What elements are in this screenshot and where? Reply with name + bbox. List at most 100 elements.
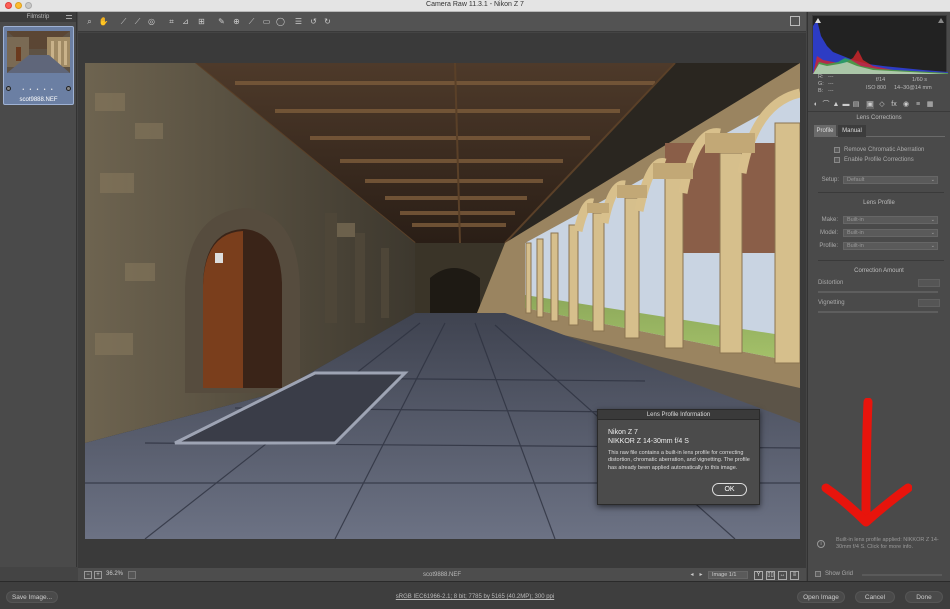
rgb-b-value: --- xyxy=(828,88,834,94)
rgb-g-value: --- xyxy=(828,81,834,87)
hsl-panel-icon[interactable]: ▬ xyxy=(842,101,850,109)
canvas-status-bar: − + 36.2% scot9888.NEF ◂ ▸ Image 1/1 Y ▯… xyxy=(78,567,806,581)
filmstrip-menu-icon[interactable] xyxy=(66,15,72,19)
histogram xyxy=(812,15,948,74)
remove-chromatic-aberration-checkbox[interactable] xyxy=(834,147,840,153)
vignetting-value-field[interactable] xyxy=(918,299,940,307)
transform-panel-icon[interactable]: ◇ xyxy=(878,101,886,109)
setup-select[interactable]: Default ⌄ xyxy=(843,176,938,184)
setup-label: Setup: xyxy=(821,177,839,183)
filmstrip-filename: scot9888.NEF xyxy=(19,97,58,103)
previous-image-button[interactable]: ◂ xyxy=(688,571,696,579)
iso-value: ISO 800 xyxy=(866,85,887,91)
dialog-body-text: This raw file contains a built-in lens p… xyxy=(608,450,750,471)
adjustment-brush-icon[interactable]: ⟋ xyxy=(246,16,257,27)
detail-panel-icon[interactable]: ▲ xyxy=(832,101,840,109)
open-image-button[interactable]: Open Image xyxy=(797,591,845,603)
model-select[interactable]: Built-in ⌄ xyxy=(843,229,938,237)
show-grid-label: Show Grid xyxy=(825,571,854,577)
rgb-g-label: G: xyxy=(818,81,824,87)
dialog-lens-name: NIKKOR Z 14-30mm f/4 S xyxy=(608,438,689,445)
rotate-right-icon[interactable]: ↻ xyxy=(322,16,333,27)
exif-readout: R: --- G: --- B: --- f/14 1/60 s ISO 800… xyxy=(808,74,950,98)
targeted-adjustment-icon[interactable]: ◎ xyxy=(146,16,157,27)
bottom-bar: Save Image... sRGB IEC61966-2.1; 8 bit; … xyxy=(0,581,950,609)
red-eye-icon[interactable]: ⊕ xyxy=(231,16,242,27)
distortion-value-field[interactable] xyxy=(918,279,940,287)
lens-profile-info-text[interactable]: Built-in lens profile applied: NIKKOR Z … xyxy=(836,537,946,551)
rgb-r-label: R: xyxy=(818,74,824,80)
cancel-button[interactable]: Cancel xyxy=(855,591,895,603)
hand-icon[interactable]: ✋ xyxy=(98,16,109,27)
distortion-slider[interactable] xyxy=(818,291,938,293)
panel-tab-icons: ◐ ⌒ ▲ ▬ ▤ ▣ ◇ fx ◉ ≡ ▦ xyxy=(808,100,950,112)
grid-size-slider[interactable] xyxy=(862,574,942,576)
show-grid-checkbox[interactable] xyxy=(815,571,821,577)
shadow-clipping-warning-icon[interactable] xyxy=(815,18,821,23)
calibration-panel-icon[interactable]: ◉ xyxy=(902,101,910,109)
info-icon[interactable]: i xyxy=(817,540,825,548)
preferences-icon[interactable]: ☰ xyxy=(293,16,304,27)
straighten-icon[interactable]: ⊿ xyxy=(180,16,191,27)
chevron-down-icon: ⌄ xyxy=(930,230,935,236)
image-counter: Image 1/1 xyxy=(708,571,748,579)
vignetting-slider[interactable] xyxy=(818,311,938,313)
done-button[interactable]: Done xyxy=(905,591,943,603)
white-balance-icon[interactable]: ⟋ xyxy=(118,16,129,27)
enable-profile-corrections-checkbox[interactable] xyxy=(834,157,840,163)
tone-curve-panel-icon[interactable]: ⌒ xyxy=(822,101,830,109)
distortion-label: Distortion xyxy=(818,280,844,286)
before-after-view-button[interactable]: Y xyxy=(754,571,763,580)
chevron-down-icon: ⌄ xyxy=(930,243,935,249)
lens-corrections-tabs: Profile Manual xyxy=(814,125,945,137)
rgb-b-label: B: xyxy=(818,88,824,94)
dialog-title: Lens Profile Information xyxy=(598,410,759,420)
tab-profile[interactable]: Profile xyxy=(814,125,836,137)
effects-panel-icon[interactable]: fx xyxy=(890,101,898,109)
highlight-clipping-warning-icon[interactable] xyxy=(938,18,944,23)
dialog-ok-button[interactable]: OK xyxy=(712,483,747,496)
rotate-left-icon[interactable]: ↺ xyxy=(308,16,319,27)
before-after-layout-button[interactable]: ▯▯ xyxy=(766,571,775,580)
spot-removal-icon[interactable]: ✎ xyxy=(216,16,227,27)
swap-settings-button[interactable]: ↔ xyxy=(778,571,787,580)
profile-label: Profile: xyxy=(819,243,838,249)
lens-corrections-panel-icon[interactable]: ▣ xyxy=(866,101,874,109)
red-arrow-annotation xyxy=(820,397,913,528)
next-image-button[interactable]: ▸ xyxy=(697,571,705,579)
crop-icon[interactable]: ⌗ xyxy=(166,16,177,27)
zoom-icon[interactable]: ⌕ xyxy=(84,16,95,27)
chevron-down-icon: ⌄ xyxy=(930,217,935,223)
remove-chromatic-aberration-label: Remove Chromatic Aberration xyxy=(844,147,925,153)
lens-profile-info-box[interactable]: i Built-in lens profile applied: NIKKOR … xyxy=(812,535,947,557)
radial-filter-icon[interactable]: ◯ xyxy=(275,16,286,27)
title-bar: Camera Raw 11.3.1 - Nikon Z 7 xyxy=(0,0,950,12)
color-sampler-icon[interactable]: ⟋ xyxy=(132,16,143,27)
tool-bar: ⌕ ✋ ⟋ ⟋ ◎ ⌗ ⊿ ⊞ ✎ ⊕ ⟋ ▭ ◯ ☰ ↺ ↻ xyxy=(78,12,806,32)
rating-dots[interactable]: • • • • • xyxy=(4,87,73,93)
fullscreen-icon[interactable] xyxy=(790,16,800,26)
make-select[interactable]: Built-in ⌄ xyxy=(843,216,938,224)
snapshots-panel-icon[interactable]: ▦ xyxy=(926,101,934,109)
lens-profile-dialog: Lens Profile Information Nikon Z 7 NIKKO… xyxy=(597,409,760,505)
filmstrip-item[interactable]: • • • • • scot9888.NEF xyxy=(3,26,74,105)
split-toning-panel-icon[interactable]: ▤ xyxy=(852,101,860,109)
view-menu-button[interactable]: ≡ xyxy=(790,571,799,580)
make-value: Built-in xyxy=(847,217,864,223)
basic-panel-icon[interactable]: ◐ xyxy=(812,101,820,109)
make-label: Make: xyxy=(821,217,838,223)
enable-profile-corrections-label: Enable Profile Corrections xyxy=(844,157,914,163)
model-label: Model: xyxy=(819,230,838,236)
window-title: Camera Raw 11.3.1 - Nikon Z 7 xyxy=(426,1,524,8)
setup-value: Default xyxy=(847,177,865,183)
filmstrip-thumbnail[interactable] xyxy=(7,31,70,73)
shutter-value: 1/60 s xyxy=(912,77,927,83)
profile-select[interactable]: Built-in ⌄ xyxy=(843,242,938,250)
chevron-down-icon: ⌄ xyxy=(930,177,935,183)
divider xyxy=(818,260,944,261)
show-grid-row: Show Grid xyxy=(812,569,947,579)
transform-icon[interactable]: ⊞ xyxy=(196,16,207,27)
tab-manual[interactable]: Manual xyxy=(838,125,866,137)
graduated-filter-icon[interactable]: ▭ xyxy=(261,16,272,27)
presets-panel-icon[interactable]: ≡ xyxy=(914,101,922,109)
